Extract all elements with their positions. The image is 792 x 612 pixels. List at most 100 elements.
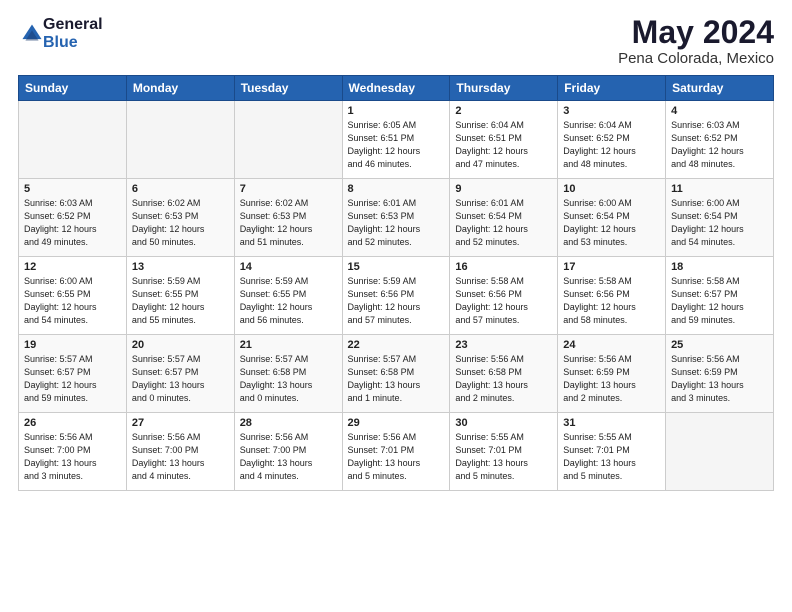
day-info: Sunrise: 5:56 AM Sunset: 7:01 PM Dayligh…: [348, 431, 445, 483]
header-wednesday: Wednesday: [342, 76, 450, 101]
day-info: Sunrise: 6:03 AM Sunset: 6:52 PM Dayligh…: [671, 119, 768, 171]
day-number: 15: [348, 261, 445, 273]
day-number: 7: [240, 183, 337, 195]
day-number: 3: [563, 105, 660, 117]
day-info: Sunrise: 5:56 AM Sunset: 7:00 PM Dayligh…: [24, 431, 121, 483]
table-row: 11 Sunrise: 6:00 AM Sunset: 6:54 PM Dayli…: [666, 179, 774, 257]
table-row: 21 Sunrise: 5:57 AM Sunset: 6:58 PM Dayli…: [234, 335, 342, 413]
day-number: 27: [132, 417, 229, 429]
day-info: Sunrise: 6:03 AM Sunset: 6:52 PM Dayligh…: [24, 197, 121, 249]
day-number: 21: [240, 339, 337, 351]
calendar: Sunday Monday Tuesday Wednesday Thursday…: [18, 75, 774, 491]
table-row: [234, 101, 342, 179]
day-info: Sunrise: 5:57 AM Sunset: 6:57 PM Dayligh…: [24, 353, 121, 405]
header-monday: Monday: [126, 76, 234, 101]
day-info: Sunrise: 5:58 AM Sunset: 6:56 PM Dayligh…: [563, 275, 660, 327]
table-row: 13Sunrise: 5:59 AM Sunset: 6:55 PM Dayli…: [126, 257, 234, 335]
day-number: 1: [348, 105, 445, 117]
table-row: 2Sunrise: 6:04 AM Sunset: 6:51 PM Daylig…: [450, 101, 558, 179]
day-number: 6: [132, 183, 229, 195]
table-row: [666, 413, 774, 491]
table-row: 20Sunrise: 5:57 AM Sunset: 6:57 PM Dayli…: [126, 335, 234, 413]
day-number: 10: [563, 183, 660, 195]
day-number: 19: [24, 339, 121, 351]
table-row: [19, 101, 127, 179]
day-number: 11: [671, 183, 768, 195]
table-row: 3 Sunrise: 6:04 AM Sunset: 6:52 PM Daylig…: [558, 101, 666, 179]
table-row: 22 Sunrise: 5:57 AM Sunset: 6:58 PM Dayli…: [342, 335, 450, 413]
day-number: 23: [455, 339, 552, 351]
calendar-week-row: 19 Sunrise: 5:57 AM Sunset: 6:57 PM Dayli…: [19, 335, 774, 413]
page: General Blue May 2024 Pena Colorada, Mex…: [0, 0, 792, 612]
day-info: Sunrise: 6:00 AM Sunset: 6:54 PM Dayligh…: [671, 197, 768, 249]
calendar-week-row: 26 Sunrise: 5:56 AM Sunset: 7:00 PM Dayli…: [19, 413, 774, 491]
day-info: Sunrise: 5:58 AM Sunset: 6:57 PM Dayligh…: [671, 275, 768, 327]
day-number: 31: [563, 417, 660, 429]
table-row: 16Sunrise: 5:58 AM Sunset: 6:56 PM Dayli…: [450, 257, 558, 335]
table-row: 19 Sunrise: 5:57 AM Sunset: 6:57 PM Dayli…: [19, 335, 127, 413]
day-info: Sunrise: 6:00 AM Sunset: 6:54 PM Dayligh…: [563, 197, 660, 249]
table-row: 25Sunrise: 5:56 AM Sunset: 6:59 PM Dayli…: [666, 335, 774, 413]
day-info: Sunrise: 6:01 AM Sunset: 6:54 PM Dayligh…: [455, 197, 552, 249]
table-row: 12Sunrise: 6:00 AM Sunset: 6:55 PM Dayli…: [19, 257, 127, 335]
day-info: Sunrise: 6:05 AM Sunset: 6:51 PM Dayligh…: [348, 119, 445, 171]
table-row: [126, 101, 234, 179]
logo-blue-text: Blue: [43, 34, 103, 52]
day-number: 17: [563, 261, 660, 273]
table-row: 26 Sunrise: 5:56 AM Sunset: 7:00 PM Dayli…: [19, 413, 127, 491]
table-row: 6 Sunrise: 6:02 AM Sunset: 6:53 PM Daylig…: [126, 179, 234, 257]
table-row: 31 Sunrise: 5:55 AM Sunset: 7:01 PM Dayli…: [558, 413, 666, 491]
day-number: 30: [455, 417, 552, 429]
day-number: 26: [24, 417, 121, 429]
day-number: 18: [671, 261, 768, 273]
day-info: Sunrise: 6:04 AM Sunset: 6:52 PM Dayligh…: [563, 119, 660, 171]
table-row: 17 Sunrise: 5:58 AM Sunset: 6:56 PM Dayli…: [558, 257, 666, 335]
day-info: Sunrise: 5:57 AM Sunset: 6:57 PM Dayligh…: [132, 353, 229, 405]
day-info: Sunrise: 5:56 AM Sunset: 7:00 PM Dayligh…: [240, 431, 337, 483]
day-info: Sunrise: 6:04 AM Sunset: 6:51 PM Dayligh…: [455, 119, 552, 171]
calendar-week-row: 12Sunrise: 6:00 AM Sunset: 6:55 PM Dayli…: [19, 257, 774, 335]
day-info: Sunrise: 6:01 AM Sunset: 6:53 PM Dayligh…: [348, 197, 445, 249]
table-row: 5Sunrise: 6:03 AM Sunset: 6:52 PM Daylig…: [19, 179, 127, 257]
day-info: Sunrise: 5:58 AM Sunset: 6:56 PM Dayligh…: [455, 275, 552, 327]
day-info: Sunrise: 5:59 AM Sunset: 6:55 PM Dayligh…: [132, 275, 229, 327]
day-number: 29: [348, 417, 445, 429]
logo: General Blue: [18, 16, 103, 51]
day-info: Sunrise: 5:55 AM Sunset: 7:01 PM Dayligh…: [563, 431, 660, 483]
day-number: 9: [455, 183, 552, 195]
table-row: 8 Sunrise: 6:01 AM Sunset: 6:53 PM Daylig…: [342, 179, 450, 257]
day-info: Sunrise: 5:56 AM Sunset: 6:58 PM Dayligh…: [455, 353, 552, 405]
day-info: Sunrise: 5:59 AM Sunset: 6:55 PM Dayligh…: [240, 275, 337, 327]
day-info: Sunrise: 6:02 AM Sunset: 6:53 PM Dayligh…: [132, 197, 229, 249]
table-row: 15 Sunrise: 5:59 AM Sunset: 6:56 PM Dayli…: [342, 257, 450, 335]
logo-general-text: General: [43, 16, 103, 34]
table-row: 27 Sunrise: 5:56 AM Sunset: 7:00 PM Dayli…: [126, 413, 234, 491]
logo-icon: [21, 23, 43, 45]
table-row: 7Sunrise: 6:02 AM Sunset: 6:53 PM Daylig…: [234, 179, 342, 257]
table-row: 4 Sunrise: 6:03 AM Sunset: 6:52 PM Daylig…: [666, 101, 774, 179]
calendar-header-row: Sunday Monday Tuesday Wednesday Thursday…: [19, 76, 774, 101]
day-info: Sunrise: 5:56 AM Sunset: 7:00 PM Dayligh…: [132, 431, 229, 483]
header-tuesday: Tuesday: [234, 76, 342, 101]
table-row: 23 Sunrise: 5:56 AM Sunset: 6:58 PM Dayli…: [450, 335, 558, 413]
day-number: 24: [563, 339, 660, 351]
day-info: Sunrise: 5:59 AM Sunset: 6:56 PM Dayligh…: [348, 275, 445, 327]
day-info: Sunrise: 5:57 AM Sunset: 6:58 PM Dayligh…: [348, 353, 445, 405]
day-info: Sunrise: 5:57 AM Sunset: 6:58 PM Dayligh…: [240, 353, 337, 405]
day-number: 22: [348, 339, 445, 351]
location: Pena Colorada, Mexico: [618, 50, 774, 67]
day-number: 4: [671, 105, 768, 117]
table-row: 14 Sunrise: 5:59 AM Sunset: 6:55 PM Dayli…: [234, 257, 342, 335]
header-friday: Friday: [558, 76, 666, 101]
day-number: 8: [348, 183, 445, 195]
table-row: 1 Sunrise: 6:05 AM Sunset: 6:51 PM Daylig…: [342, 101, 450, 179]
day-number: 28: [240, 417, 337, 429]
title-block: May 2024 Pena Colorada, Mexico: [618, 16, 774, 67]
table-row: 24 Sunrise: 5:56 AM Sunset: 6:59 PM Dayli…: [558, 335, 666, 413]
day-number: 14: [240, 261, 337, 273]
day-info: Sunrise: 5:56 AM Sunset: 6:59 PM Dayligh…: [563, 353, 660, 405]
header-sunday: Sunday: [19, 76, 127, 101]
day-number: 25: [671, 339, 768, 351]
table-row: 30Sunrise: 5:55 AM Sunset: 7:01 PM Dayli…: [450, 413, 558, 491]
table-row: 29 Sunrise: 5:56 AM Sunset: 7:01 PM Dayli…: [342, 413, 450, 491]
